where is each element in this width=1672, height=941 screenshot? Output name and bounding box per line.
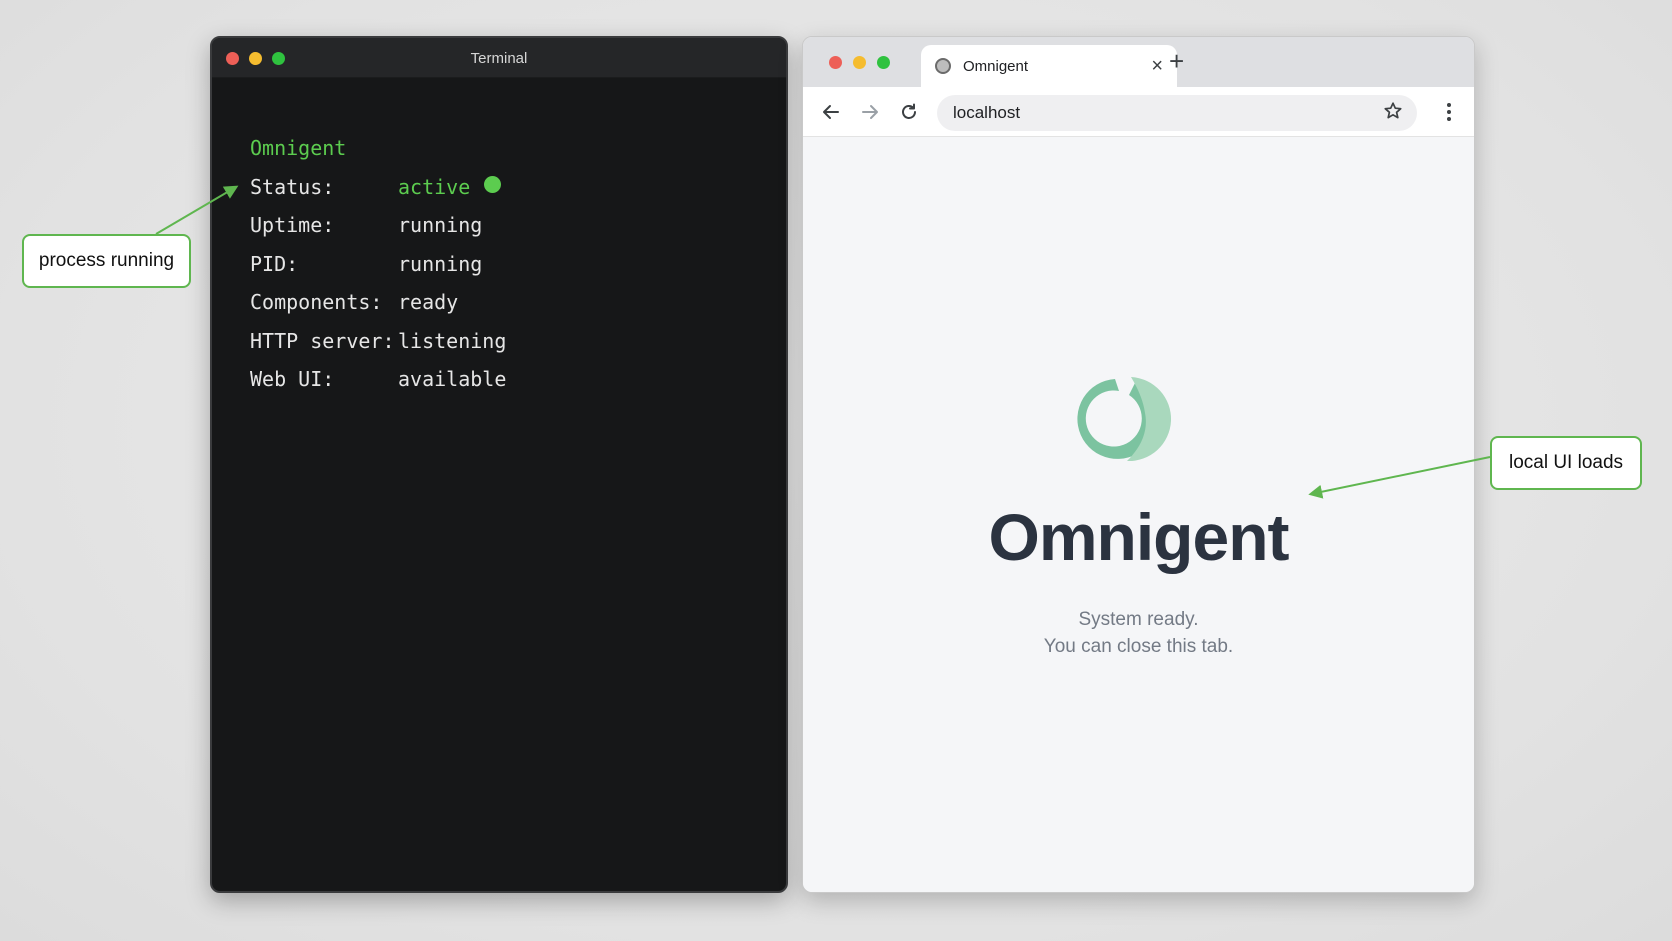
tab-title: Omnigent <box>963 57 1029 75</box>
terminal-key: PID: <box>250 251 299 276</box>
arrow-left-icon[interactable] <box>819 100 843 124</box>
terminal-value: active <box>398 174 471 199</box>
browser-window: Omnigent × + localhost Omnigent System r… <box>802 36 1475 893</box>
kebab-menu-icon[interactable] <box>1439 100 1459 124</box>
terminal-value: listening <box>398 328 507 353</box>
terminal-row-http-server: HTTP server: listening <box>250 329 506 368</box>
brand-title: Omnigent <box>988 500 1290 574</box>
reload-icon[interactable] <box>897 100 921 124</box>
address-bar[interactable]: localhost <box>937 95 1417 131</box>
callout-local-ui-loads: local UI loads <box>1490 436 1642 490</box>
terminal-key: Status: <box>250 174 335 199</box>
terminal-row-web-ui: Web UI: available <box>250 367 506 406</box>
page-content: Omnigent System ready. You can close thi… <box>803 137 1474 892</box>
omnigent-logo-icon <box>1077 377 1172 462</box>
terminal-row-uptime: Uptime: running <box>250 213 506 252</box>
browser-tab-bar: Omnigent × + <box>803 37 1474 87</box>
plus-icon[interactable]: + <box>1169 46 1184 77</box>
status-message: System ready. <box>1078 609 1199 630</box>
terminal-row-pid: PID: running <box>250 252 506 291</box>
terminal-window: Terminal Omnigent Status: active Uptime:… <box>210 36 788 893</box>
terminal-value: available <box>398 367 507 391</box>
callout-process-running: process running <box>22 234 191 288</box>
terminal-title: Terminal <box>470 50 528 67</box>
terminal-key: Uptime: <box>250 213 335 237</box>
maximize-window-button[interactable] <box>877 56 890 69</box>
terminal-value: running <box>398 251 483 276</box>
close-window-button[interactable] <box>829 56 842 69</box>
favicon-icon <box>935 58 951 74</box>
minimize-window-button[interactable] <box>853 56 866 69</box>
status-indicator-dot <box>484 175 502 193</box>
browser-toolbar: localhost <box>803 87 1474 137</box>
terminal-key: Web UI: <box>250 367 335 391</box>
terminal-key: HTTP server: <box>250 328 395 353</box>
close-icon[interactable]: × <box>1151 56 1163 76</box>
terminal-app-name: Omnigent <box>250 136 347 160</box>
window-controls <box>829 56 890 69</box>
url-text: localhost <box>953 103 1021 122</box>
close-tab-message: You can close this tab. <box>1043 636 1234 657</box>
terminal-key: Components: <box>250 290 383 314</box>
star-icon[interactable] <box>1383 101 1403 126</box>
terminal-titlebar: Terminal <box>212 38 786 78</box>
terminal-value: running <box>398 213 483 237</box>
terminal-row-status: Status: active <box>250 175 506 214</box>
terminal-row-components: Components: ready <box>250 290 506 329</box>
terminal-value: ready <box>398 290 459 314</box>
terminal-output: Omnigent Status: active Uptime: running … <box>250 136 506 406</box>
arrow-right-icon[interactable] <box>858 100 882 124</box>
browser-tab[interactable]: Omnigent × <box>921 45 1177 87</box>
